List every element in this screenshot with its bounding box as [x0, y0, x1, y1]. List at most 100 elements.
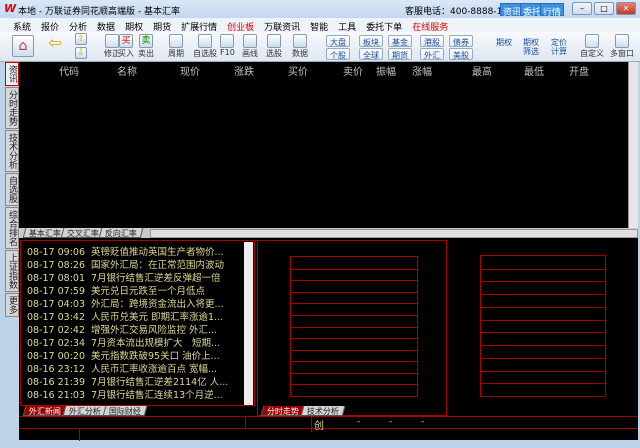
column-header[interactable]: 卖价: [343, 63, 363, 78]
side-tab[interactable]: 上证指数: [5, 250, 19, 292]
bottom-tab[interactable]: 外汇分析: [62, 406, 108, 416]
news-title: 7月银行结售汇连续13个月逆...: [91, 390, 223, 401]
toolbar-button[interactable]: 期权: [493, 38, 515, 47]
bottom-tab[interactable]: 分时走势: [260, 406, 306, 416]
menu-item[interactable]: 工具: [333, 18, 361, 33]
up-button[interactable]: ⇧: [75, 33, 87, 45]
news-scrollbar[interactable]: [244, 242, 253, 405]
close-button[interactable]: ✕: [616, 2, 636, 15]
menu-item[interactable]: 智能: [305, 18, 333, 33]
column-header[interactable]: 代码: [59, 63, 79, 78]
column-header[interactable]: 名称: [117, 63, 137, 78]
side-tab[interactable]: 自选股: [5, 173, 19, 206]
market-button[interactable]: 债券: [449, 35, 473, 47]
service-phone: 客服电话：400-8888-133: [405, 7, 514, 17]
menu-item[interactable]: 扩展行情: [176, 18, 222, 33]
side-tab[interactable]: 综合排名: [5, 207, 19, 249]
market-button[interactable]: 基金: [388, 35, 412, 47]
toolbar-icon: [105, 34, 119, 48]
market-button[interactable]: 大盘: [326, 35, 350, 47]
minimize-button[interactable]: –: [572, 2, 592, 15]
sheet-tab[interactable]: 反向汇率: [98, 228, 144, 238]
down-button[interactable]: ⇩: [75, 47, 87, 59]
menu-item[interactable]: 期权: [120, 18, 148, 33]
news-item[interactable]: 08-17 04:03 外汇局：跨境资金流出入将更...: [27, 296, 224, 310]
bottom-tab[interactable]: 外汇新闻: [22, 406, 68, 416]
news-item[interactable]: 08-17 00:20 美元指数跌破95关口 油价上...: [27, 348, 220, 362]
menu-item[interactable]: 在线服务: [407, 18, 453, 33]
grid-line: [291, 338, 417, 340]
news-item[interactable]: 08-17 03:42 人民币兑美元 即期汇率涨逾1...: [27, 309, 223, 323]
toolbar-button[interactable]: 自定义: [580, 34, 604, 59]
column-header[interactable]: 涨幅: [412, 63, 432, 78]
menu-item[interactable]: 报价: [36, 18, 64, 33]
toolbar-button[interactable]: 定价计算: [548, 38, 570, 56]
side-tab[interactable]: 分时走势: [5, 87, 19, 129]
grid-line: [481, 268, 605, 270]
back-button[interactable]: ⇦: [46, 33, 64, 55]
toolbar-button[interactable]: 数据: [292, 34, 308, 59]
column-header[interactable]: 最高: [472, 63, 492, 78]
news-item[interactable]: 08-16 21:03 7月银行结售汇连续13个月逆...: [27, 387, 223, 401]
column-header[interactable]: 振幅: [376, 63, 396, 78]
back-arrow-icon: ⇦: [48, 33, 62, 52]
chart-grid-left: [290, 256, 418, 397]
side-tab[interactable]: 更多: [5, 293, 19, 317]
quote-button[interactable]: 行情: [540, 3, 565, 18]
horizontal-scrollbar[interactable]: [150, 229, 638, 238]
menu-item[interactable]: 创业板: [222, 18, 259, 33]
toolbar-button[interactable]: 选股: [266, 34, 282, 59]
news-item[interactable]: 08-17 02:42 增强外汇交易风险监控 外汇...: [27, 322, 217, 336]
toolbar-button[interactable]: F10: [220, 34, 235, 57]
toolbar-button[interactable]: 多窗口: [610, 34, 634, 59]
toolbar-button[interactable]: 卖卖出: [138, 34, 154, 59]
market-button[interactable]: 美股: [449, 48, 473, 60]
menu-item[interactable]: 万联资讯: [259, 18, 305, 33]
menu-bar: 系统 报价 分析 数据 期权 期货 扩展行情 创业板 万联资讯 智能 工具 委托下单 在线服务: [0, 18, 640, 33]
quote-grid: 代码 名称 现价 涨跌 买价 卖价 振幅 涨幅 最高 最低 开盘: [19, 62, 628, 228]
menu-item[interactable]: 数据: [92, 18, 120, 33]
grid-line: [481, 294, 605, 296]
column-header[interactable]: 现价: [180, 63, 200, 78]
app-logo: W: [4, 2, 17, 15]
menu-item[interactable]: 分析: [64, 18, 92, 33]
column-header[interactable]: 最低: [524, 63, 544, 78]
grid-line: [291, 384, 417, 386]
menu-item[interactable]: 系统: [8, 18, 36, 33]
toolbar-button[interactable]: 画线: [242, 34, 258, 59]
market-button[interactable]: 期货: [388, 48, 412, 60]
toolbar-icon: [220, 34, 235, 48]
toolbar-button[interactable]: 周期: [168, 34, 184, 59]
market-button[interactable]: 板块: [359, 35, 383, 47]
bottom-tab[interactable]: 国际财经: [102, 406, 148, 416]
news-item[interactable]: 08-17 02:34 7月资本流出规模扩大 短期...: [27, 335, 220, 349]
bottom-tab[interactable]: 技术分析: [300, 406, 346, 416]
news-item[interactable]: 08-17 08:26 国家外汇局：在正常范围内波动: [27, 257, 224, 271]
toolbar-button[interactable]: 期权筛选: [520, 38, 542, 56]
maximize-button[interactable]: □: [594, 2, 614, 15]
toolbar-button[interactable]: 买买入: [118, 34, 134, 59]
news-item[interactable]: 08-16 23:12 人民币汇率收涨逾百点 宽幅...: [27, 361, 217, 375]
grid-line: [291, 314, 417, 316]
market-button[interactable]: 全球: [359, 48, 383, 60]
side-tab[interactable]: 技术分析: [5, 130, 19, 172]
news-item[interactable]: 08-17 07:59 美元兑日元跌至一个月低点: [27, 283, 205, 297]
toolbar-button[interactable]: 自选股: [193, 34, 217, 59]
toolbar-icon: [615, 34, 629, 48]
news-item[interactable]: 08-17 09:06 英镑贬值推动英国生产者物价...: [27, 244, 224, 258]
news-item[interactable]: 08-17 08:01 7月银行结售汇逆差反弹超一倍: [27, 270, 221, 284]
column-header[interactable]: 买价: [288, 63, 308, 78]
news-item[interactable]: 08-16 21:39 7月银行结售汇逆差2114亿 人...: [27, 374, 228, 388]
news-time: 08-16 21:03: [27, 390, 86, 401]
toolbar-icon: [585, 34, 599, 48]
column-header[interactable]: 开盘: [569, 63, 589, 78]
market-button[interactable]: 港股: [420, 35, 444, 47]
menu-item[interactable]: 委托下单: [361, 18, 407, 33]
market-button[interactable]: 个股: [326, 48, 350, 60]
menu-item[interactable]: 期货: [148, 18, 176, 33]
vertical-scrollbar[interactable]: [628, 62, 638, 228]
home-button[interactable]: ⌂: [12, 35, 34, 57]
column-header[interactable]: 涨跌: [234, 63, 254, 78]
market-button[interactable]: 外汇: [420, 48, 444, 60]
side-tab[interactable]: 资讯: [5, 62, 19, 86]
